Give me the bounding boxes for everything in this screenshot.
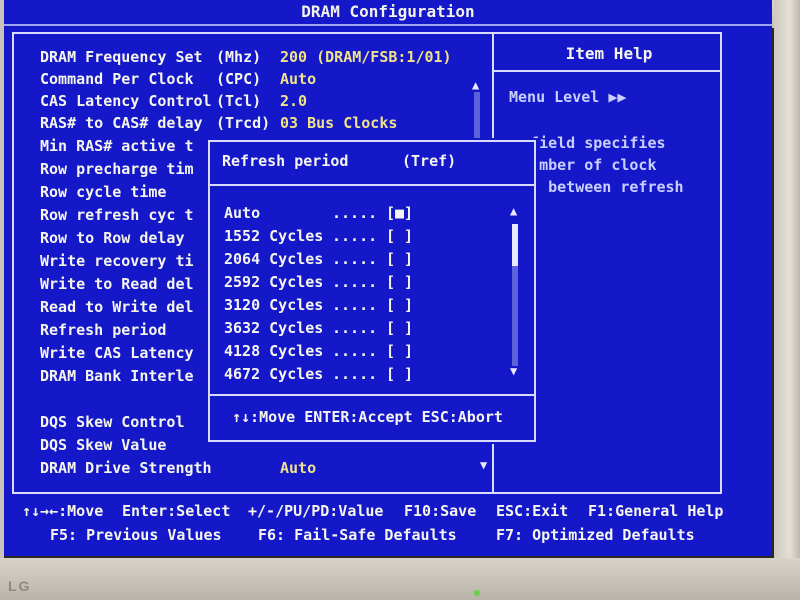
setting-label: Write to Read del — [40, 275, 194, 293]
monitor-bezel-bottom: LG — [0, 558, 800, 600]
setting-label: DRAM Frequency Set — [40, 48, 203, 66]
option-checkbox[interactable]: [ ] — [386, 250, 413, 268]
option-item[interactable]: 2064 Cycles..... [ ] — [224, 250, 514, 272]
setting-label: Refresh period — [40, 321, 167, 339]
popup-title-abbr: (Tref) — [402, 152, 457, 170]
key-optimized: F7: Optimized Defaults — [496, 526, 695, 544]
option-name: 3120 Cycles — [224, 296, 324, 314]
setting-abbr: (Trcd) — [216, 114, 271, 132]
refresh-period-popup: Refresh period (Tref) Auto..... [■] 1552 … — [208, 140, 536, 442]
popup-footer: ↑↓:Move ENTER:Accept ESC:Abort — [232, 408, 503, 426]
option-name: 2064 Cycles — [224, 250, 324, 268]
setting-label: Row to Row delay — [40, 229, 185, 247]
monitor-brand-logo: LG — [8, 578, 32, 594]
option-item[interactable]: 3632 Cycles..... [ ] — [224, 319, 514, 341]
option-item[interactable]: 1552 Cycles..... [ ] — [224, 227, 514, 249]
setting-abbr: (CPC) — [216, 70, 262, 88]
option-checkbox[interactable]: [ ] — [386, 273, 413, 291]
setting-label: DQS Skew Value — [40, 436, 167, 454]
setting-label: Row cycle time — [40, 183, 167, 201]
key-save: F10:Save — [404, 502, 477, 520]
setting-label: Write recovery ti — [40, 252, 194, 270]
option-item[interactable]: 2592 Cycles..... [ ] — [224, 273, 514, 295]
monitor-bezel-right — [774, 0, 800, 600]
key-prev: F5: Previous Values — [50, 526, 222, 544]
setting-label: Read to Write del — [40, 298, 194, 316]
setting-value[interactable]: Auto — [280, 70, 316, 88]
key-exit: ESC:Exit — [496, 502, 569, 520]
popup-separator — [210, 184, 534, 186]
option-dots: ..... — [332, 204, 378, 222]
option-checkbox[interactable]: [ ] — [386, 227, 413, 245]
key-failsafe: F6: Fail-Safe Defaults — [258, 526, 457, 544]
setting-label: Command Per Clock — [40, 70, 194, 88]
option-dots: ..... — [332, 342, 378, 360]
popup-scrollbar[interactable]: ▲ ▼ — [510, 204, 520, 384]
setting-label: DRAM Drive Strength — [40, 459, 212, 477]
option-dots: ..... — [332, 319, 378, 337]
option-item[interactable]: 4672 Cycles..... [ ] — [224, 365, 514, 387]
key-enter: Enter:Select — [122, 502, 231, 520]
menu-level: Menu Level ▶▶ — [509, 88, 627, 106]
setting-row[interactable]: CAS Latency Control (Tcl) 2.0 — [40, 92, 510, 114]
option-name: Auto — [224, 204, 261, 222]
popup-scroll-track[interactable] — [512, 266, 518, 366]
popup-title-label: Refresh period — [222, 152, 349, 170]
bios-screen: DRAM Configuration ▲ ▼ DRAM Frequency Se… — [4, 0, 772, 556]
setting-value[interactable]: 2.0 — [280, 92, 307, 110]
option-dots: ..... — [332, 273, 378, 291]
setting-row[interactable]: DRAM Drive Strength Auto — [40, 459, 510, 481]
option-name: 2592 Cycles — [224, 273, 324, 291]
key-move: ↑↓→←:Move — [22, 502, 104, 520]
setting-abbr: (Mhz) — [216, 48, 262, 66]
option-item[interactable]: 3120 Cycles..... [ ] — [224, 296, 514, 318]
setting-label: Write CAS Latency — [40, 344, 194, 362]
option-name: 1552 Cycles — [224, 227, 324, 245]
option-name: 4672 Cycles — [224, 365, 324, 383]
popup-scroll-up-icon[interactable]: ▲ — [510, 204, 517, 218]
key-change: +/-/PU/PD:Value — [248, 502, 384, 520]
popup-title: Refresh period (Tref) — [222, 152, 456, 170]
setting-label: Row refresh cyc t — [40, 206, 194, 224]
setting-abbr: (Tcl) — [216, 92, 262, 110]
setting-value[interactable]: 03 Bus Clocks — [280, 114, 397, 132]
option-item[interactable]: Auto..... [■] — [224, 204, 514, 226]
option-name: 3632 Cycles — [224, 319, 324, 337]
setting-row[interactable]: Command Per Clock (CPC) Auto — [40, 70, 510, 92]
option-item[interactable]: 4128 Cycles..... [ ] — [224, 342, 514, 364]
option-checkbox[interactable]: [ ] — [386, 319, 413, 337]
setting-label: RAS# to CAS# delay — [40, 114, 203, 132]
option-dots: ..... — [332, 365, 378, 383]
setting-label: DQS Skew Control — [40, 413, 185, 431]
setting-label: Min RAS# active t — [40, 137, 194, 155]
option-checkbox[interactable]: [ ] — [386, 365, 413, 383]
setting-label: CAS Latency Control — [40, 92, 212, 110]
popup-scroll-thumb[interactable] — [512, 224, 518, 266]
setting-label: DRAM Bank Interle — [40, 367, 194, 385]
option-name: 4128 Cycles — [224, 342, 324, 360]
setting-label: Row precharge tim — [40, 160, 194, 178]
setting-row[interactable]: RAS# to CAS# delay (Trcd) 03 Bus Clocks — [40, 114, 510, 136]
option-dots: ..... — [332, 227, 378, 245]
power-led-icon — [474, 590, 480, 596]
setting-value[interactable]: 200 (DRAM/FSB:1/01) — [280, 48, 452, 66]
option-checkbox[interactable]: [ ] — [386, 296, 413, 314]
option-dots: ..... — [332, 250, 378, 268]
option-dots: ..... — [332, 296, 378, 314]
popup-separator — [210, 394, 534, 396]
option-checkbox[interactable]: [■] — [386, 204, 413, 222]
setting-value[interactable]: Auto — [280, 459, 316, 477]
popup-scroll-down-icon[interactable]: ▼ — [510, 364, 517, 378]
key-help: F1:General Help — [588, 502, 724, 520]
setting-row[interactable]: DRAM Frequency Set (Mhz) 200 (DRAM/FSB:1/0… — [40, 48, 510, 70]
option-checkbox[interactable]: [ ] — [386, 342, 413, 360]
help-text: s field specifies number of clock les be… — [512, 134, 684, 196]
item-help-title: Item Help — [565, 44, 653, 63]
page-title: DRAM Configuration — [4, 0, 772, 26]
